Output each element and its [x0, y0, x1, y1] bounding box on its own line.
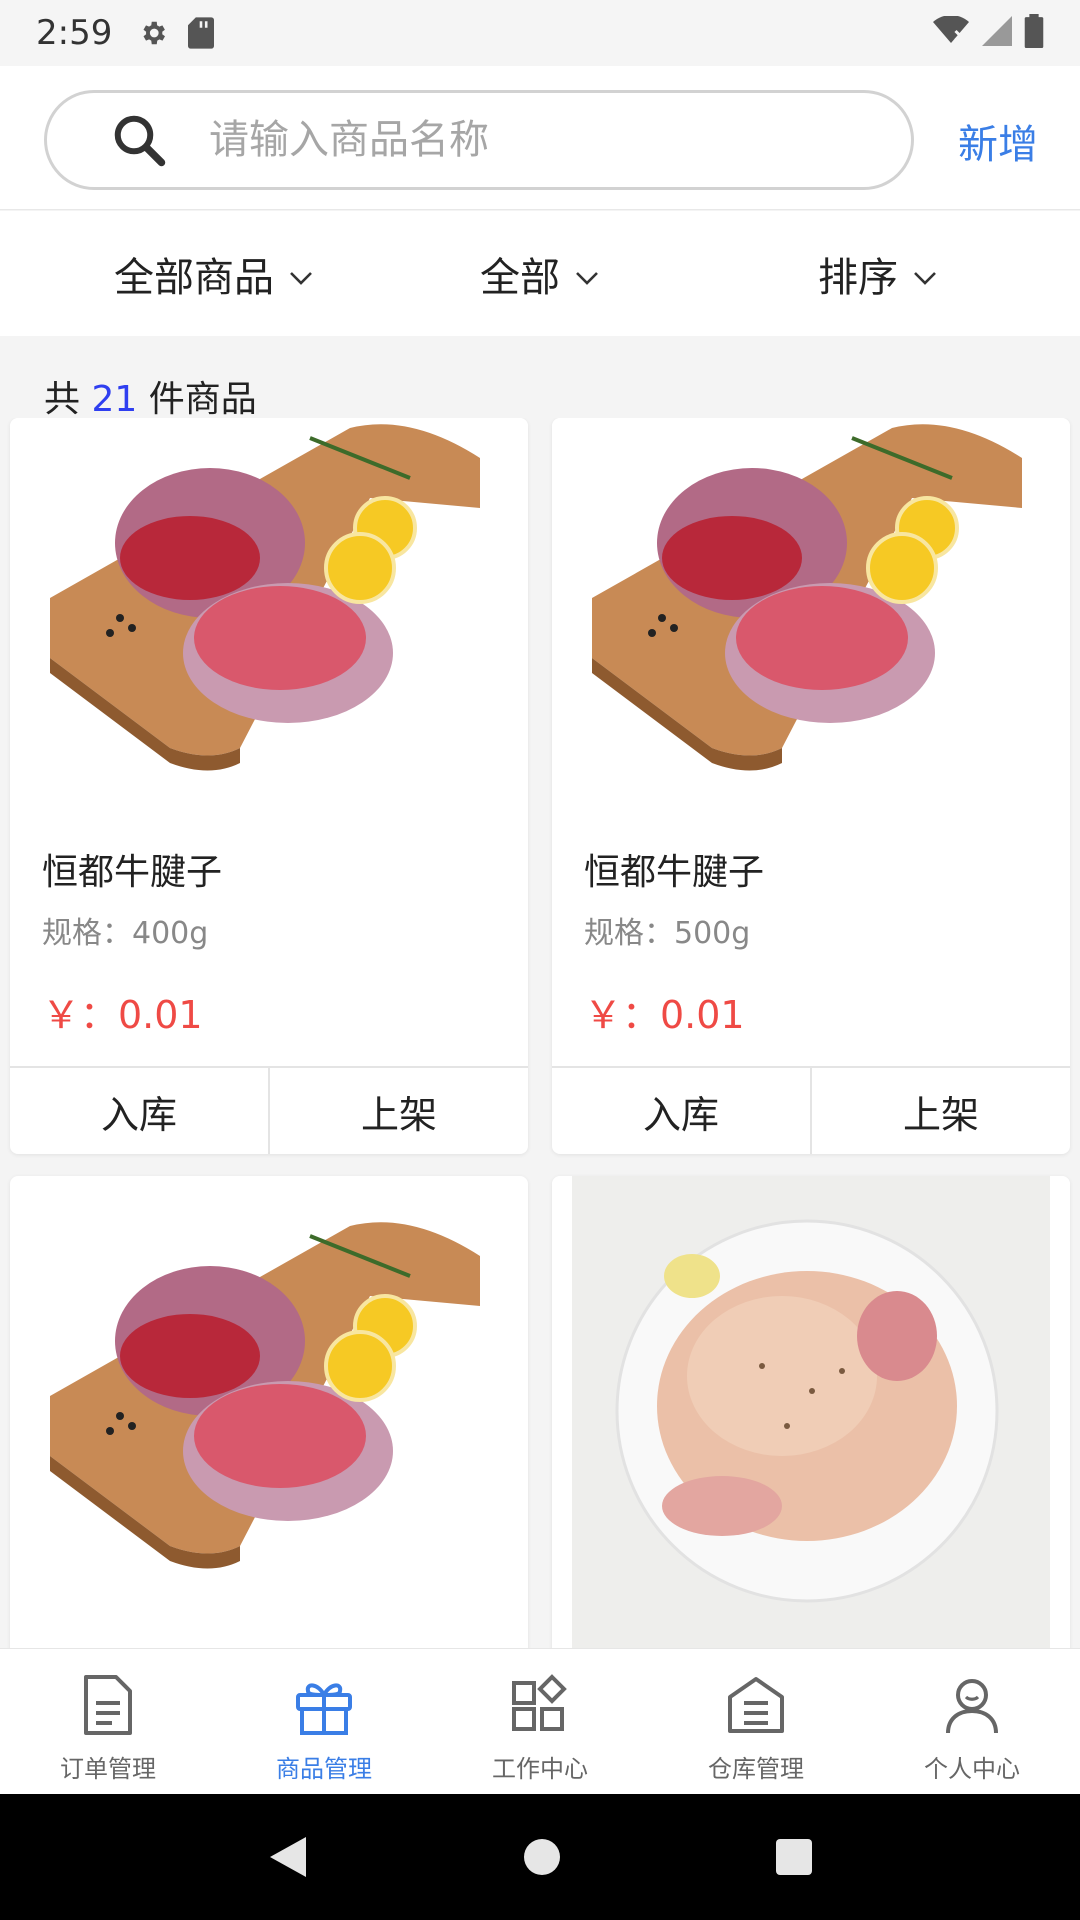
product-image-beef — [552, 418, 1070, 818]
product-spec: 规格：400g — [42, 916, 209, 951]
product-spec: 规格：500g — [584, 916, 751, 951]
tab-label: 仓库管理 — [708, 1755, 804, 1783]
gift-icon — [292, 1673, 356, 1741]
product-name: 恒都牛腱子 — [584, 852, 765, 893]
filter-sort[interactable]: 排序 — [698, 211, 1058, 336]
product-image-beef — [10, 418, 528, 818]
put-on-shelf-button[interactable]: 上架 — [810, 1068, 1070, 1154]
search-icon — [109, 110, 169, 170]
warehouse-icon — [724, 1673, 788, 1741]
chevron-down-icon — [288, 251, 314, 297]
product-card[interactable]: 恒都牛腱子 规格：400g ￥：0.01 入库 上架 — [10, 418, 528, 1154]
tab-label: 商品管理 — [276, 1755, 372, 1783]
chevron-down-icon — [574, 251, 600, 297]
sd-card-icon — [188, 17, 215, 49]
gear-icon — [138, 18, 168, 48]
product-card[interactable] — [10, 1176, 528, 1648]
product-price: ￥：0.01 — [584, 993, 745, 1037]
count-prefix: 共 — [44, 379, 81, 420]
stock-in-button[interactable]: 入库 — [10, 1068, 268, 1154]
tab-personal-center[interactable]: 个人中心 — [864, 1649, 1080, 1794]
product-card[interactable] — [552, 1176, 1070, 1648]
filter-label: 全部 — [480, 254, 560, 301]
product-image-chicken — [552, 1176, 1070, 1648]
document-icon — [78, 1673, 138, 1741]
tab-order-management[interactable]: 订单管理 — [0, 1649, 216, 1794]
filter-label: 排序 — [818, 254, 898, 301]
apps-icon — [508, 1673, 572, 1741]
chevron-down-icon — [912, 251, 938, 297]
stock-in-button[interactable]: 入库 — [552, 1068, 810, 1154]
product-card[interactable]: 恒都牛腱子 规格：500g ￥：0.01 入库 上架 — [552, 418, 1070, 1154]
filter-bar: 全部商品 全部 排序 — [0, 211, 1080, 336]
add-button[interactable]: 新增 — [958, 112, 1038, 170]
home-icon[interactable] — [522, 1837, 562, 1877]
tab-label: 个人中心 — [924, 1755, 1020, 1783]
product-grid: 恒都牛腱子 规格：400g ￥：0.01 入库 上架 恒都牛腱子 规格：500g… — [0, 418, 1080, 1648]
product-count: 共 21 件商品 — [44, 370, 257, 422]
tab-warehouse-management[interactable]: 仓库管理 — [648, 1649, 864, 1794]
signal-icon — [982, 16, 1012, 50]
product-image-beef — [10, 1216, 528, 1616]
system-navigation-bar — [0, 1794, 1080, 1920]
search-input[interactable] — [209, 117, 849, 163]
recents-icon[interactable] — [774, 1837, 814, 1877]
battery-icon — [1024, 14, 1044, 52]
wifi-off-icon — [932, 15, 970, 50]
product-name: 恒都牛腱子 — [42, 852, 223, 893]
filter-label: 全部商品 — [114, 254, 274, 301]
tab-product-management[interactable]: 商品管理 — [216, 1649, 432, 1794]
put-on-shelf-button[interactable]: 上架 — [268, 1068, 528, 1154]
product-price: ￥：0.01 — [42, 993, 203, 1037]
back-icon[interactable] — [266, 1833, 310, 1881]
card-actions: 入库 上架 — [552, 1066, 1070, 1154]
person-icon — [940, 1673, 1004, 1741]
tab-work-center[interactable]: 工作中心 — [432, 1649, 648, 1794]
count-suffix: 件商品 — [148, 379, 257, 420]
search-header: 新增 — [0, 66, 1080, 210]
filter-all-products[interactable]: 全部商品 — [34, 211, 394, 336]
status-bar: 2:59 — [0, 0, 1080, 66]
filter-all[interactable]: 全部 — [360, 211, 720, 336]
count-number: 21 — [91, 379, 138, 420]
tab-label: 工作中心 — [492, 1755, 588, 1783]
tab-label: 订单管理 — [60, 1755, 156, 1783]
bottom-tab-bar: 订单管理 商品管理 工作中心 仓库管理 个人中心 — [0, 1648, 1080, 1794]
card-actions: 入库 上架 — [10, 1066, 528, 1154]
status-time: 2:59 — [36, 13, 113, 53]
search-box[interactable] — [44, 90, 914, 190]
